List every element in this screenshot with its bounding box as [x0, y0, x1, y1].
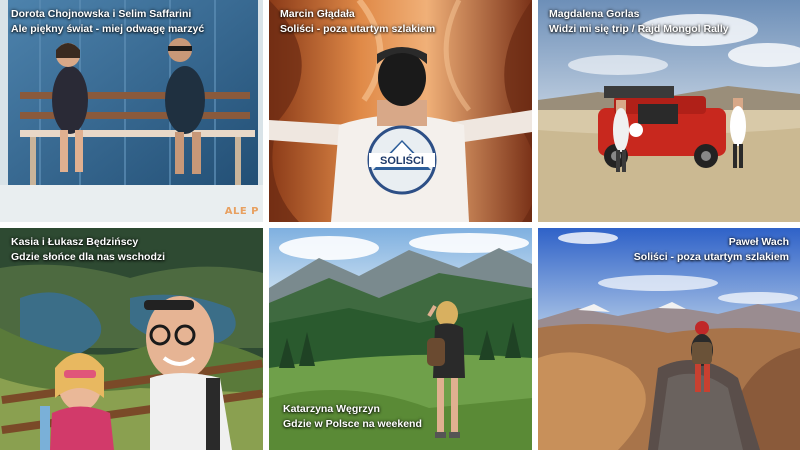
blog-title: Widzi mi się trip / Rajd Mongol Rally	[549, 23, 729, 35]
blog-card-gdzie-slonce[interactable]: Kasia i Łukasz Będzińscy Gdzie słońce dl…	[0, 228, 263, 450]
blog-author: Magdalena Gorlas	[549, 8, 640, 20]
blog-title: Gdzie w Polsce na weekend	[283, 418, 422, 430]
blog-title: Ale piękny świat - miej odwagę marzyć	[11, 23, 205, 35]
blog-card-caption: Paweł Wach Soliści - poza utartym szlaki…	[634, 235, 789, 265]
shirt-logo-text: SOLIŚCI	[380, 154, 424, 167]
blog-title: Soliści - poza utartym szlakiem	[633, 251, 789, 263]
blog-author: Kasia i Łukasz Będzińscy	[11, 236, 139, 248]
blog-card-caption: Kasia i Łukasz Będzińscy Gdzie słońce dl…	[11, 235, 165, 265]
blog-card-gdzie-w-polsce[interactable]: Katarzyna Węgrzyn Gdzie w Polsce na week…	[269, 228, 532, 450]
blog-card-ale-piekny-swiat[interactable]: Dorota Chojnowska i Selim Saffarini Ale …	[0, 0, 263, 222]
blog-card-solisci-iceland[interactable]: Paweł Wach Soliści - poza utartym szlaki…	[538, 228, 800, 450]
blog-title: Gdzie słońce dla nas wschodzi	[11, 251, 166, 263]
blog-card-caption: Magdalena Gorlas Widzi mi się trip / Raj…	[549, 7, 729, 37]
blog-logo-watermark: ALE P	[224, 206, 259, 217]
blog-title: Soliści - poza utartym szlakiem	[280, 23, 436, 35]
blog-author: Marcin Głądała	[280, 8, 355, 20]
blog-grid: Dorota Chojnowska i Selim Saffarini Ale …	[0, 0, 800, 450]
blog-author: Katarzyna Węgrzyn	[283, 403, 380, 415]
blog-card-caption: Marcin Głądała Soliści - poza utartym sz…	[280, 7, 435, 37]
blog-author: Dorota Chojnowska i Selim Saffarini	[11, 8, 192, 20]
blog-author: Paweł Wach	[728, 236, 789, 248]
blog-card-solisci-canyon[interactable]: SOLIŚCI Marcin Głądała Soliści - poza ut…	[269, 0, 532, 222]
blog-card-mongol-rally[interactable]: Magdalena Gorlas Widzi mi się trip / Raj…	[538, 0, 800, 222]
blog-card-caption: Katarzyna Węgrzyn Gdzie w Polsce na week…	[283, 402, 422, 432]
blog-card-caption: Dorota Chojnowska i Selim Saffarini Ale …	[11, 7, 204, 37]
